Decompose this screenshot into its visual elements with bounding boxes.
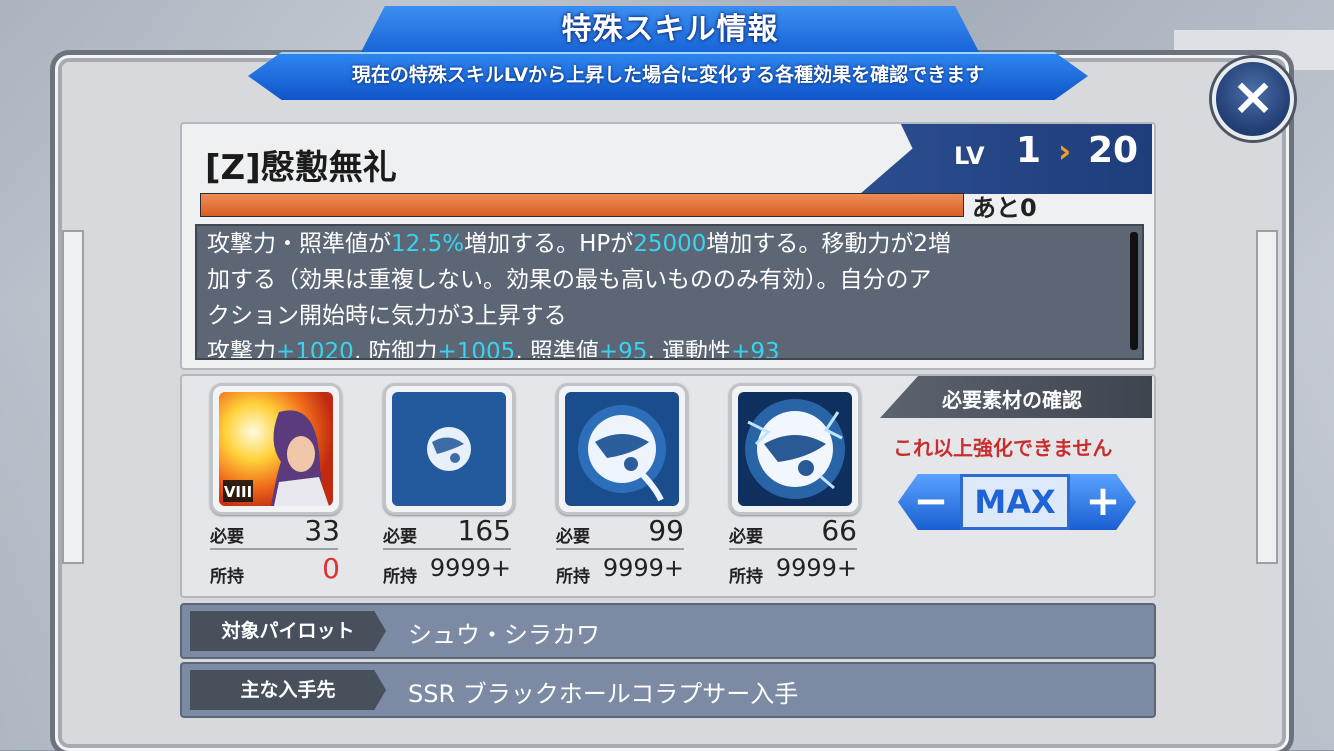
close-button[interactable]: × bbox=[1212, 58, 1294, 140]
dialog-title: 特殊スキル情報 bbox=[561, 12, 779, 47]
material-slot-orb-large[interactable] bbox=[729, 383, 861, 515]
level-current: 1 bbox=[1016, 130, 1042, 171]
material-4-have: 9999+ bbox=[775, 554, 857, 582]
material-4-divider bbox=[729, 548, 857, 550]
material-2-have: 9999+ bbox=[429, 554, 511, 582]
pilot-info-label: 対象パイロット bbox=[190, 611, 386, 651]
frame-side-left bbox=[62, 230, 84, 564]
level-arrow-icon: › bbox=[1058, 132, 1072, 170]
pilot-rank-badge: VIII bbox=[224, 483, 252, 501]
orb-medium-icon bbox=[565, 392, 679, 506]
desc-stats-line: 攻撃力+1020, 防御力+1005, 照準値+95, 運動性+93 bbox=[207, 339, 780, 360]
max-button[interactable]: MAX bbox=[960, 474, 1070, 530]
skill-name: [Z]慇懃無礼 bbox=[205, 148, 397, 188]
material-3-need: 99 bbox=[648, 514, 684, 547]
material-2-divider bbox=[383, 548, 511, 550]
skill-description: 攻撃力・照準値が12.5%増加する。HPが25000増加する。移動力が2増 加す… bbox=[207, 226, 1112, 360]
material-3-divider bbox=[556, 548, 684, 550]
material-1-divider bbox=[210, 548, 338, 550]
pilot-info-value: シュウ・シラカワ bbox=[408, 621, 600, 649]
material-3-have: 9999+ bbox=[602, 554, 684, 582]
material-2-need: 165 bbox=[457, 514, 511, 547]
source-info-row: 主な入手先 SSR ブラックホールコラプサー入手 bbox=[180, 662, 1156, 718]
pilot-portrait-icon: VIII bbox=[219, 392, 333, 506]
material-4-need-label: 必要 bbox=[729, 527, 763, 547]
max-button-label: MAX bbox=[974, 483, 1056, 521]
material-slot-orb-small[interactable] bbox=[383, 383, 515, 515]
desc-line-2: 加する（効果は重複しない。効果の最も高いもののみ有効）。自分のア bbox=[207, 267, 932, 293]
requirement-header: 必要素材の確認 bbox=[880, 376, 1152, 418]
material-2-need-label: 必要 bbox=[383, 527, 417, 547]
description-scrollbar[interactable] bbox=[1130, 232, 1138, 350]
skill-description-box[interactable]: 攻撃力・照準値が12.5%増加する。HPが25000増加する。移動力が2増 加す… bbox=[195, 224, 1144, 360]
material-slot-orb-medium[interactable] bbox=[556, 383, 688, 515]
frame-side-right bbox=[1256, 230, 1278, 564]
level-label: LV bbox=[954, 142, 985, 170]
source-info-label: 主な入手先 bbox=[190, 670, 386, 710]
exp-bar bbox=[200, 193, 964, 217]
exp-bar-fill bbox=[201, 194, 963, 216]
level-max: 20 bbox=[1088, 130, 1139, 171]
orb-large-icon bbox=[738, 392, 852, 506]
close-icon: × bbox=[1231, 67, 1275, 127]
material-1-need-label: 必要 bbox=[210, 527, 244, 547]
desc-line-3: クション開始時に気力が3上昇する bbox=[207, 303, 567, 329]
dialog-subtitle: 現在の特殊スキルLVから上昇した場合に変化する各種効果を確認できます bbox=[351, 64, 985, 86]
material-4-need: 66 bbox=[821, 514, 857, 547]
orb-small-icon bbox=[392, 392, 506, 506]
material-3-need-label: 必要 bbox=[556, 527, 590, 547]
requirement-warning: これ以上強化できません bbox=[893, 436, 1113, 460]
material-1-have: 0 bbox=[322, 552, 340, 585]
requirement-header-label: 必要素材の確認 bbox=[942, 388, 1082, 412]
source-info-value: SSR ブラックホールコラプサー入手 bbox=[408, 680, 799, 708]
material-1-need: 33 bbox=[304, 514, 340, 547]
material-slot-pilot[interactable]: VIII bbox=[210, 383, 342, 515]
pilot-info-row: 対象パイロット シュウ・シラカワ bbox=[180, 603, 1156, 659]
exp-remaining: あと0 bbox=[972, 194, 1037, 222]
desc-line-1: 攻撃力・照準値が12.5%増加する。HPが25000増加する。移動力が2増 bbox=[207, 231, 952, 257]
material-1-have-label: 所持 bbox=[210, 567, 244, 587]
